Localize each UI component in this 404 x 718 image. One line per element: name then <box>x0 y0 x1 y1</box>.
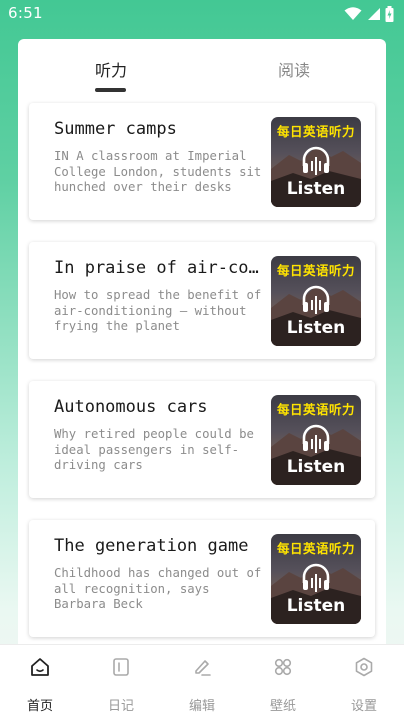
tab-reading[interactable]: 阅读 <box>278 57 310 81</box>
nav-label: 编辑 <box>188 699 215 714</box>
tab-listening[interactable]: 听力 <box>95 57 127 81</box>
nav-item-diary[interactable]: 日记 <box>81 645 161 718</box>
article-card[interactable]: The generation game Childhood has change… <box>29 520 375 637</box>
tab-bar: 听力 阅读 <box>18 39 386 99</box>
headphones-icon <box>302 285 330 314</box>
headphones-icon <box>302 563 330 592</box>
article-card[interactable]: Summer camps IN A classroom at Imperial … <box>29 103 375 220</box>
thumbnail-title: 每日英语听力 <box>276 263 355 278</box>
headphones-icon <box>302 424 330 453</box>
thumbnail-title: 每日英语听力 <box>276 402 355 417</box>
diary-icon <box>113 658 129 676</box>
nav-item-home[interactable]: 首页 <box>0 645 80 718</box>
nav-label: 日记 <box>107 699 134 714</box>
nav-item-settings[interactable]: 设置 <box>324 645 404 718</box>
article-thumbnail: 每日英语听力 Listen <box>271 395 361 485</box>
thumbnail-title: 每日英语听力 <box>276 124 355 139</box>
article-title: Autonomous cars <box>54 397 208 417</box>
nav-item-edit[interactable]: 编辑 <box>162 645 242 718</box>
thumbnail-title: 每日英语听力 <box>276 541 355 556</box>
home-icon <box>31 658 49 676</box>
status-time: 6:51 <box>8 4 43 22</box>
article-title: In praise of air-conditioning <box>54 258 266 278</box>
article-thumbnail: 每日英语听力 Listen <box>271 534 361 624</box>
status-bar: 6:51 <box>0 0 404 28</box>
battery-icon <box>385 6 394 22</box>
thumbnail-label: Listen <box>286 179 346 199</box>
thumbnail-label: Listen <box>286 596 346 616</box>
article-thumbnail: 每日英语听力 Listen <box>271 256 361 346</box>
article-description: How to spread the benefit of air-conditi… <box>54 288 262 333</box>
nav-label: 首页 <box>26 699 53 714</box>
settings-icon <box>355 657 373 677</box>
nav-label: 设置 <box>350 699 377 714</box>
bottom-nav: 首页 日记 编辑 壁纸 设置 <box>0 644 404 718</box>
thumbnail-label: Listen <box>286 457 346 477</box>
signal-icon <box>368 8 380 20</box>
status-icons <box>344 6 394 22</box>
nav-label: 壁纸 <box>269 699 296 714</box>
article-description: Why retired people could be ideal passen… <box>54 427 254 472</box>
tab-indicator <box>95 88 126 92</box>
wifi-icon <box>344 7 362 20</box>
nav-item-wallpaper[interactable]: 壁纸 <box>243 645 323 718</box>
content-panel: 听力 阅读 Summer camps IN A classroom at Imp… <box>18 39 386 718</box>
article-title: Summer camps <box>54 119 177 139</box>
article-card[interactable]: Autonomous cars Why retired people could… <box>29 381 375 498</box>
headphones-icon <box>302 146 330 175</box>
thumbnail-label: Listen <box>286 318 346 338</box>
article-card[interactable]: In praise of air-conditioning How to spr… <box>29 242 375 359</box>
article-title: The generation game <box>54 536 249 556</box>
article-description: IN A classroom at Imperial College Londo… <box>54 149 262 194</box>
wallpaper-icon <box>274 658 292 676</box>
edit-icon <box>195 660 211 676</box>
article-description: Childhood has changed out of all recogni… <box>54 566 262 611</box>
article-thumbnail: 每日英语听力 Listen <box>271 117 361 207</box>
